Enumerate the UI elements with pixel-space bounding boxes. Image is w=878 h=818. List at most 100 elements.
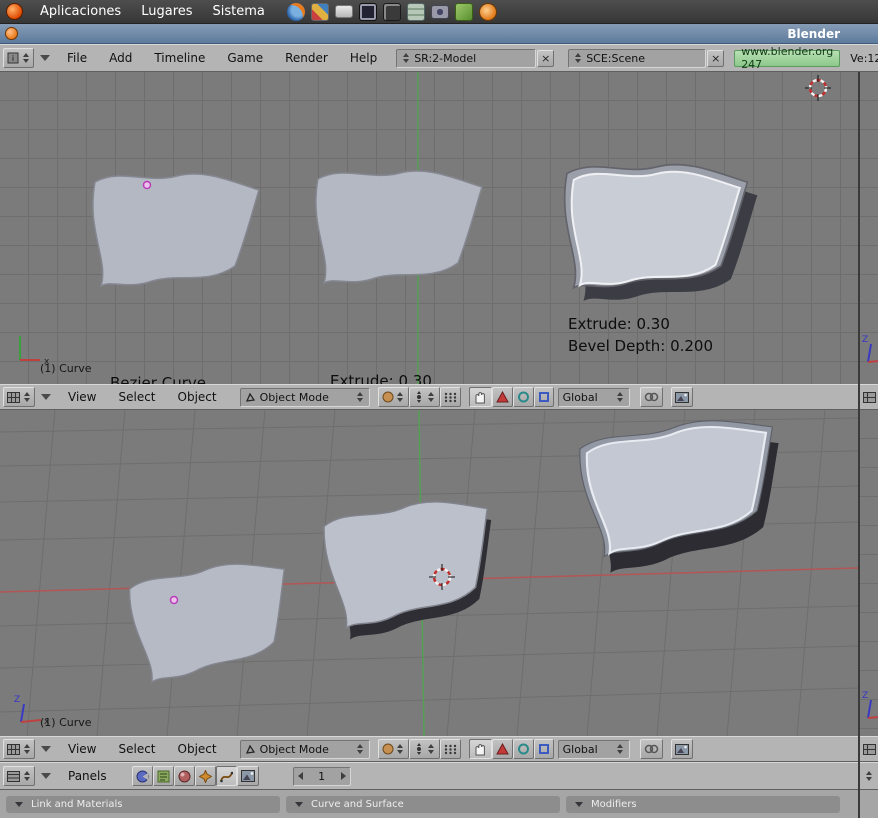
- scene-close-button[interactable]: ×: [707, 49, 725, 67]
- menu-select[interactable]: Select: [107, 390, 166, 404]
- draw-type-dropdown[interactable]: [377, 739, 409, 759]
- mode-stepper[interactable]: [356, 392, 365, 402]
- sliver-viewport-top[interactable]: Z: [860, 72, 878, 384]
- keyboard-icon[interactable]: [334, 5, 353, 18]
- graphics-tool-icon[interactable]: [310, 2, 329, 21]
- window-type-selector[interactable]: i: [3, 48, 34, 68]
- orientation-dropdown[interactable]: Global: [557, 739, 630, 759]
- pivot-dropdown[interactable]: [408, 739, 440, 759]
- package-icon[interactable]: [454, 2, 473, 21]
- terminal-icon[interactable]: [382, 2, 401, 21]
- screen-selector[interactable]: SR:2-Model: [396, 48, 537, 68]
- frame-prev-icon[interactable]: [297, 772, 303, 780]
- blender-org-link[interactable]: www.blender.org 247: [734, 45, 841, 71]
- viewport-top[interactable]: x Bezier Curve Extrude: 0.30 Extrude: 0.…: [0, 72, 858, 384]
- menu-object[interactable]: Object: [167, 390, 228, 404]
- proportional-edit-button[interactable]: [639, 387, 663, 407]
- editor-type-stepper[interactable]: [864, 771, 873, 781]
- window-titlebar[interactable]: Blender: [0, 24, 878, 44]
- camera-icon[interactable]: [430, 4, 449, 19]
- scale-manipulator-button[interactable]: [533, 387, 554, 407]
- pivot-stepper[interactable]: [427, 744, 436, 754]
- panel-curve-and-surface[interactable]: Curve and Surface: [286, 796, 560, 813]
- translate-manipulator-button[interactable]: [491, 387, 513, 407]
- monitor-icon[interactable]: [358, 2, 377, 21]
- menu-help[interactable]: Help: [339, 51, 388, 65]
- render-preview-button[interactable]: [670, 387, 693, 407]
- scene-selector[interactable]: SCE:Scene: [568, 48, 707, 68]
- translate-manipulator-button[interactable]: [491, 739, 513, 759]
- calculator-icon[interactable]: [406, 2, 425, 21]
- logic-context-button[interactable]: [131, 766, 153, 786]
- pivot-dropdown[interactable]: [408, 387, 440, 407]
- system-menu[interactable]: Sistema: [203, 0, 275, 24]
- layers-button[interactable]: [439, 387, 461, 407]
- menu-file[interactable]: File: [56, 51, 98, 65]
- orientation-stepper[interactable]: [616, 744, 625, 754]
- editor-type-stepper[interactable]: [22, 771, 31, 781]
- draw-type-dropdown[interactable]: [377, 387, 409, 407]
- frame-number-value: 1: [318, 769, 326, 783]
- editor-type-stepper[interactable]: [22, 744, 31, 754]
- header-collapse-icon[interactable]: [41, 394, 51, 400]
- layers-button[interactable]: [439, 739, 461, 759]
- pivot-stepper[interactable]: [427, 392, 436, 402]
- screen-close-button[interactable]: ×: [537, 49, 555, 67]
- menu-select[interactable]: Select: [107, 742, 166, 756]
- menu-view[interactable]: View: [57, 742, 107, 756]
- extruded-curve-object[interactable]: [315, 170, 483, 284]
- rotate-manipulator-button[interactable]: [512, 387, 534, 407]
- bezier-curve-object[interactable]: [92, 173, 260, 287]
- panels-menu[interactable]: Panels: [57, 769, 118, 783]
- applications-menu[interactable]: Aplicaciones: [30, 0, 131, 24]
- editor-type-selector[interactable]: [3, 766, 35, 786]
- mode-dropdown[interactable]: Object Mode: [239, 387, 370, 407]
- firefox-icon[interactable]: [286, 2, 305, 21]
- orientation-dropdown[interactable]: Global: [557, 387, 630, 407]
- screen-stepper[interactable]: [401, 53, 410, 63]
- window-type-stepper[interactable]: [21, 53, 30, 63]
- orientation-stepper[interactable]: [616, 392, 625, 402]
- shading-context-button[interactable]: [173, 766, 195, 786]
- proportional-edit-button[interactable]: [639, 739, 663, 759]
- panel-link-and-materials[interactable]: Link and Materials: [6, 796, 280, 813]
- editing-context-button[interactable]: [215, 766, 237, 786]
- menu-game[interactable]: Game: [216, 51, 274, 65]
- viewport-bottom[interactable]: Z x (1) Curve: [0, 410, 858, 736]
- menu-object[interactable]: Object: [167, 742, 228, 756]
- places-menu[interactable]: Lugares: [131, 0, 202, 24]
- beveled-curve-object[interactable]: [563, 163, 758, 301]
- sliver-viewport-bottom[interactable]: Z: [860, 410, 878, 736]
- editor-type-selector[interactable]: [3, 739, 35, 759]
- extruded-curve-object-persp[interactable]: [319, 491, 507, 641]
- menu-add[interactable]: Add: [98, 51, 143, 65]
- mode-stepper[interactable]: [356, 744, 365, 754]
- scene-stepper[interactable]: [573, 53, 582, 63]
- editor-type-stepper[interactable]: [22, 392, 31, 402]
- mode-dropdown[interactable]: Object Mode: [239, 739, 370, 759]
- header-collapse-icon[interactable]: [40, 55, 50, 61]
- beveled-curve-object-persp[interactable]: [575, 410, 795, 575]
- editor-type-selector[interactable]: [3, 387, 35, 407]
- render-preview-button[interactable]: [670, 739, 693, 759]
- manipulator-toggle-button[interactable]: [468, 739, 492, 759]
- scene-context-button[interactable]: [236, 766, 259, 786]
- menu-view[interactable]: View: [57, 390, 107, 404]
- frame-number-field[interactable]: 1: [292, 766, 351, 786]
- draw-type-stepper[interactable]: [396, 392, 405, 402]
- manipulator-toggle-button[interactable]: [468, 387, 492, 407]
- scale-manipulator-button[interactable]: [533, 739, 554, 759]
- bezier-curve-object-persp[interactable]: [125, 554, 301, 685]
- header-collapse-icon[interactable]: [41, 773, 51, 779]
- script-context-button[interactable]: [152, 766, 174, 786]
- header-collapse-icon[interactable]: [41, 746, 51, 752]
- frame-next-icon[interactable]: [340, 772, 346, 780]
- draw-type-stepper[interactable]: [396, 744, 405, 754]
- update-swirl-icon[interactable]: [478, 2, 497, 21]
- menu-render[interactable]: Render: [274, 51, 339, 65]
- rotate-manipulator-button[interactable]: [512, 739, 534, 759]
- menu-timeline[interactable]: Timeline: [143, 51, 216, 65]
- panel-modifiers[interactable]: Modifiers: [566, 796, 840, 813]
- ubuntu-logo-icon[interactable]: [6, 3, 23, 20]
- object-context-button[interactable]: [194, 766, 216, 786]
